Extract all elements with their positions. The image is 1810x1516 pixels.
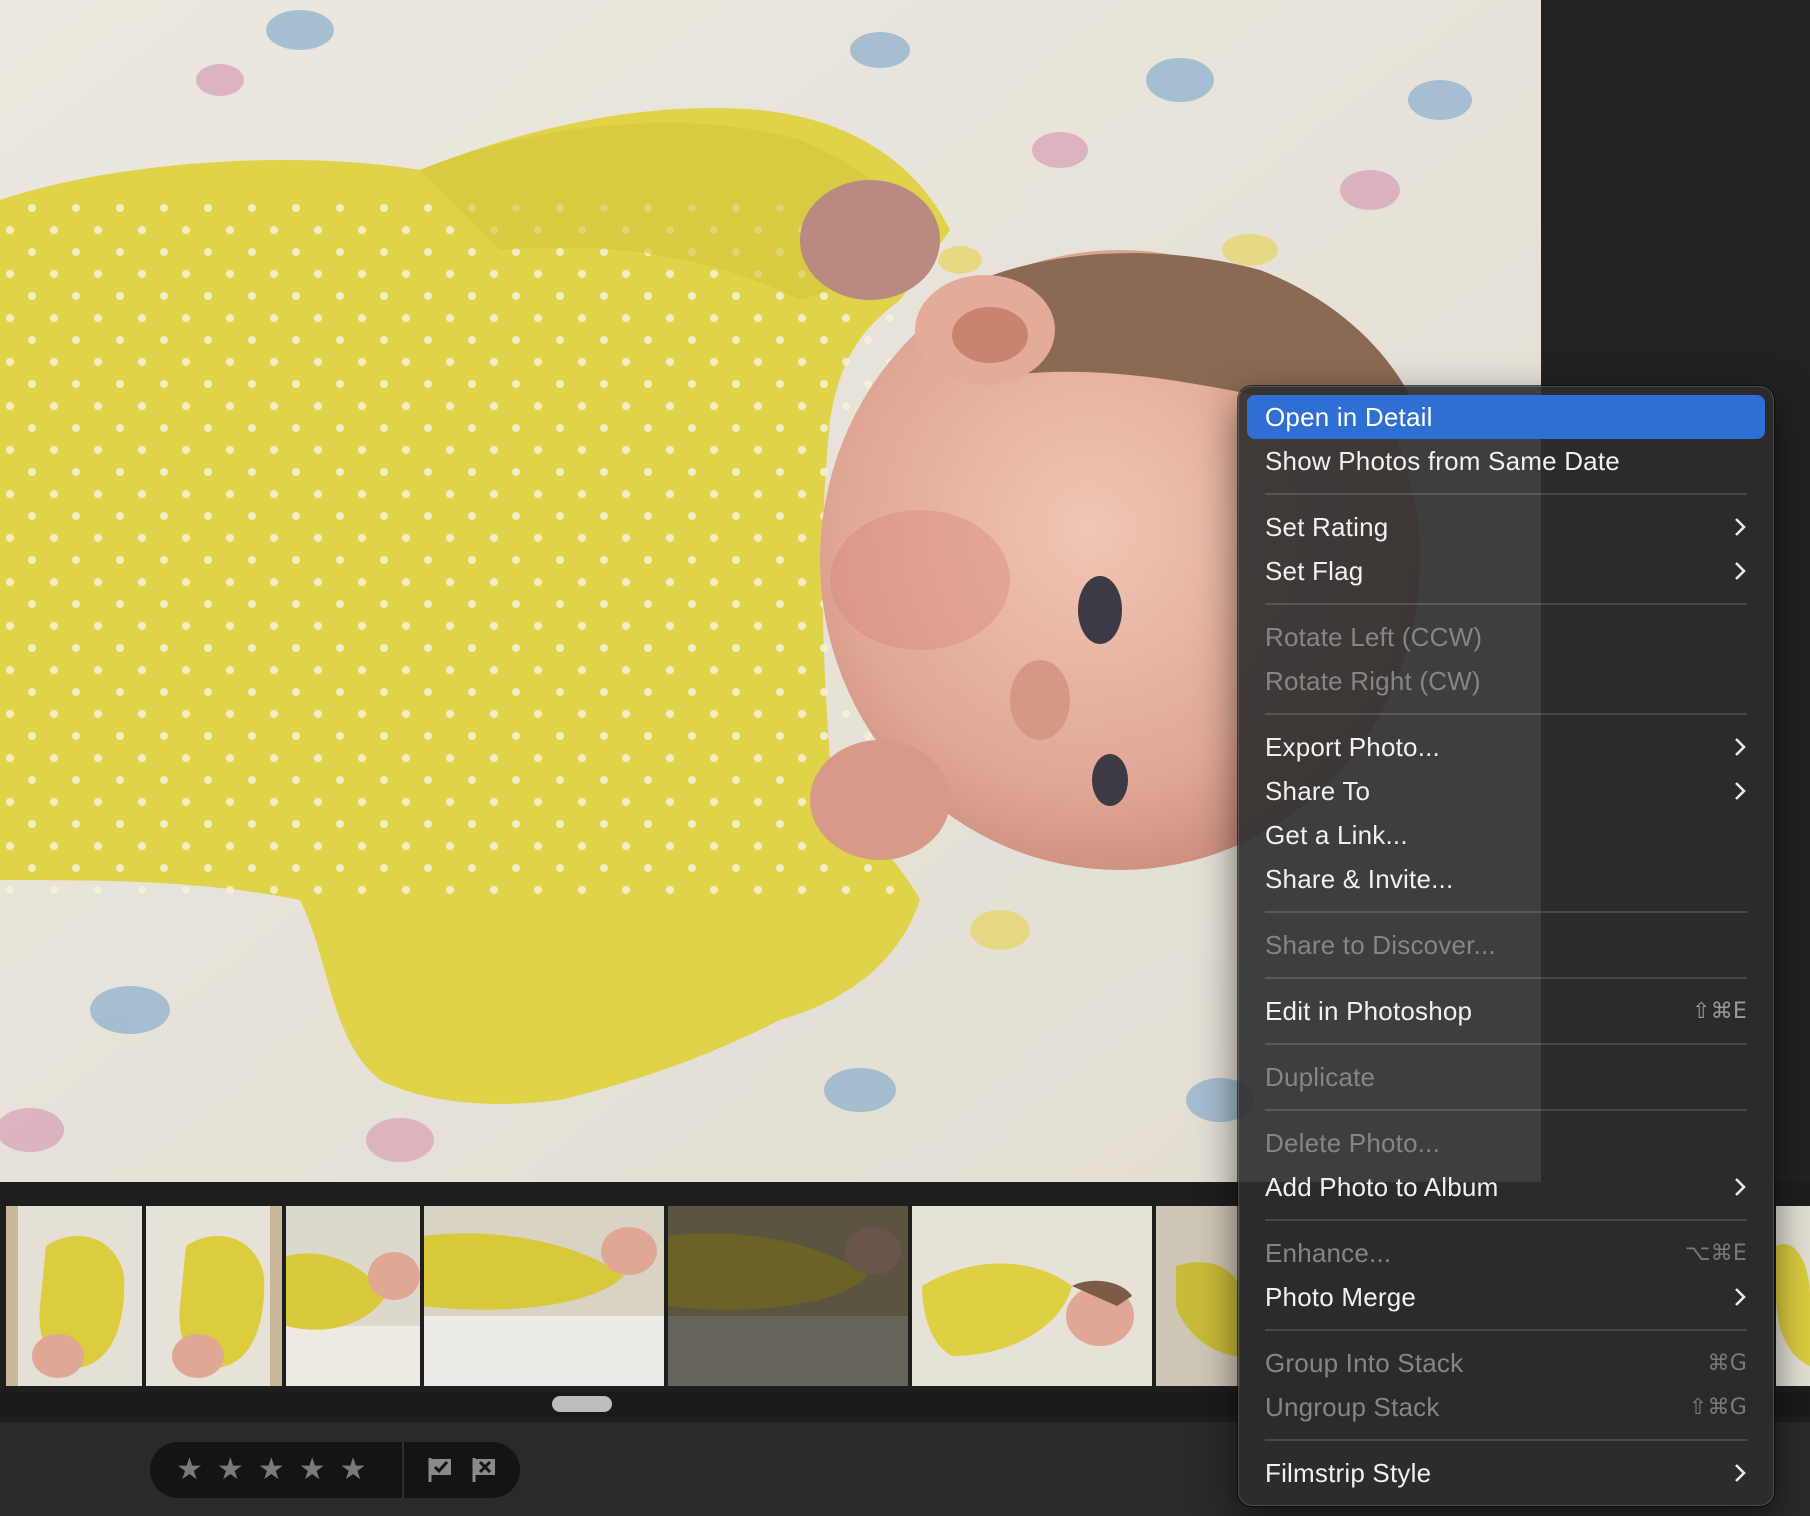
menu-item-open-in-detail[interactable]: Open in Detail bbox=[1247, 395, 1765, 439]
photo-app: ★ ★ ★ ★ ★ Open in Detail Show Photos fro… bbox=[0, 0, 1810, 1516]
menu-item-label: Enhance... bbox=[1265, 1237, 1392, 1268]
menu-item-filmstrip-style[interactable]: Filmstrip Style bbox=[1247, 1451, 1765, 1495]
filmstrip-scroll-handle[interactable] bbox=[552, 1396, 612, 1412]
menu-separator bbox=[1265, 713, 1747, 715]
menu-item-show-photos-same-date[interactable]: Show Photos from Same Date bbox=[1247, 439, 1765, 483]
chevron-right-icon bbox=[1735, 738, 1746, 756]
menu-separator bbox=[1265, 603, 1747, 605]
menu-item-add-photo-to-album[interactable]: Add Photo to Album bbox=[1247, 1165, 1765, 1209]
menu-item-set-rating[interactable]: Set Rating bbox=[1247, 505, 1765, 549]
menu-item-photo-merge[interactable]: Photo Merge bbox=[1247, 1275, 1765, 1319]
menu-item-share-to[interactable]: Share To bbox=[1247, 769, 1765, 813]
filmstrip-thumbnail[interactable] bbox=[424, 1206, 664, 1386]
menu-item-label: Ungroup Stack bbox=[1265, 1391, 1440, 1422]
flag-pick-icon[interactable] bbox=[426, 1456, 454, 1484]
menu-item-share-to-discover[interactable]: Share to Discover... bbox=[1247, 923, 1765, 967]
menu-item-label: Export Photo... bbox=[1265, 731, 1440, 762]
menu-item-duplicate[interactable]: Duplicate bbox=[1247, 1055, 1765, 1099]
menu-item-delete-photo[interactable]: Delete Photo... bbox=[1247, 1121, 1765, 1165]
menu-item-label: Set Rating bbox=[1265, 511, 1389, 542]
menu-separator bbox=[1265, 1329, 1747, 1331]
menu-item-get-a-link[interactable]: Get a Link... bbox=[1247, 813, 1765, 857]
flag-reject-icon[interactable] bbox=[470, 1456, 498, 1484]
filmstrip-thumbnail[interactable] bbox=[6, 1206, 142, 1386]
menu-item-label: Photo Merge bbox=[1265, 1281, 1417, 1312]
menu-item-label: Share to Discover... bbox=[1265, 929, 1496, 960]
menu-item-label: Get a Link... bbox=[1265, 819, 1408, 850]
menu-item-label: Edit in Photoshop bbox=[1265, 995, 1473, 1026]
star-icon[interactable]: ★ bbox=[340, 1455, 367, 1485]
menu-item-label: Show Photos from Same Date bbox=[1265, 445, 1620, 476]
star-icon[interactable]: ★ bbox=[217, 1455, 244, 1485]
chevron-right-icon bbox=[1735, 1288, 1746, 1306]
menu-separator bbox=[1265, 911, 1747, 913]
chevron-right-icon bbox=[1735, 782, 1746, 800]
menu-separator bbox=[1265, 1439, 1747, 1441]
star-icon[interactable]: ★ bbox=[176, 1455, 203, 1485]
menu-item-set-flag[interactable]: Set Flag bbox=[1247, 549, 1765, 593]
filmstrip-thumbnail-selected[interactable] bbox=[912, 1206, 1152, 1386]
menu-item-rotate-left[interactable]: Rotate Left (CCW) bbox=[1247, 615, 1765, 659]
menu-item-label: Share To bbox=[1265, 775, 1371, 806]
keyboard-shortcut: ⌘G bbox=[1707, 1350, 1747, 1376]
menu-item-share-invite[interactable]: Share & Invite... bbox=[1247, 857, 1765, 901]
menu-item-label: Rotate Left (CCW) bbox=[1265, 621, 1483, 652]
filmstrip-thumbnail[interactable] bbox=[286, 1206, 420, 1386]
menu-separator bbox=[1265, 977, 1747, 979]
menu-separator bbox=[1265, 1109, 1747, 1111]
context-menu: Open in Detail Show Photos from Same Dat… bbox=[1238, 386, 1774, 1506]
filmstrip-thumbnail[interactable] bbox=[1156, 1206, 1240, 1386]
menu-item-ungroup-stack[interactable]: Ungroup Stack ⇧⌘G bbox=[1247, 1385, 1765, 1429]
menu-item-rotate-right[interactable]: Rotate Right (CW) bbox=[1247, 659, 1765, 703]
menu-item-group-into-stack[interactable]: Group Into Stack ⌘G bbox=[1247, 1341, 1765, 1385]
menu-item-edit-in-photoshop[interactable]: Edit in Photoshop ⇧⌘E bbox=[1247, 989, 1765, 1033]
menu-separator bbox=[1265, 1043, 1747, 1045]
star-rating[interactable]: ★ ★ ★ ★ ★ bbox=[150, 1455, 390, 1485]
menu-item-label: Delete Photo... bbox=[1265, 1127, 1440, 1158]
menu-item-label: Rotate Right (CW) bbox=[1265, 665, 1481, 696]
star-icon[interactable]: ★ bbox=[258, 1455, 285, 1485]
menu-item-label: Filmstrip Style bbox=[1265, 1457, 1432, 1488]
chevron-right-icon bbox=[1735, 1178, 1746, 1196]
menu-item-label: Set Flag bbox=[1265, 555, 1364, 586]
star-icon[interactable]: ★ bbox=[299, 1455, 326, 1485]
keyboard-shortcut: ⇧⌘G bbox=[1688, 1394, 1747, 1420]
chevron-right-icon bbox=[1735, 518, 1746, 536]
menu-item-label: Duplicate bbox=[1265, 1061, 1376, 1092]
menu-item-enhance[interactable]: Enhance... ⌥⌘E bbox=[1247, 1231, 1765, 1275]
menu-separator bbox=[1265, 1219, 1747, 1221]
filmstrip-thumbnail[interactable] bbox=[1776, 1206, 1810, 1386]
rating-flag-control: ★ ★ ★ ★ ★ bbox=[150, 1442, 520, 1498]
filmstrip-thumbnail[interactable] bbox=[146, 1206, 282, 1386]
filmstrip-thumbnail[interactable] bbox=[668, 1206, 908, 1386]
menu-item-label: Share & Invite... bbox=[1265, 863, 1454, 894]
keyboard-shortcut: ⌥⌘E bbox=[1685, 1240, 1747, 1266]
menu-separator bbox=[1265, 493, 1747, 495]
chevron-right-icon bbox=[1735, 562, 1746, 580]
keyboard-shortcut: ⇧⌘E bbox=[1692, 998, 1747, 1024]
menu-item-label: Open in Detail bbox=[1265, 401, 1433, 432]
chevron-right-icon bbox=[1735, 1464, 1746, 1482]
menu-item-label: Add Photo to Album bbox=[1265, 1171, 1499, 1202]
menu-item-label: Group Into Stack bbox=[1265, 1347, 1464, 1378]
menu-item-export-photo[interactable]: Export Photo... bbox=[1247, 725, 1765, 769]
